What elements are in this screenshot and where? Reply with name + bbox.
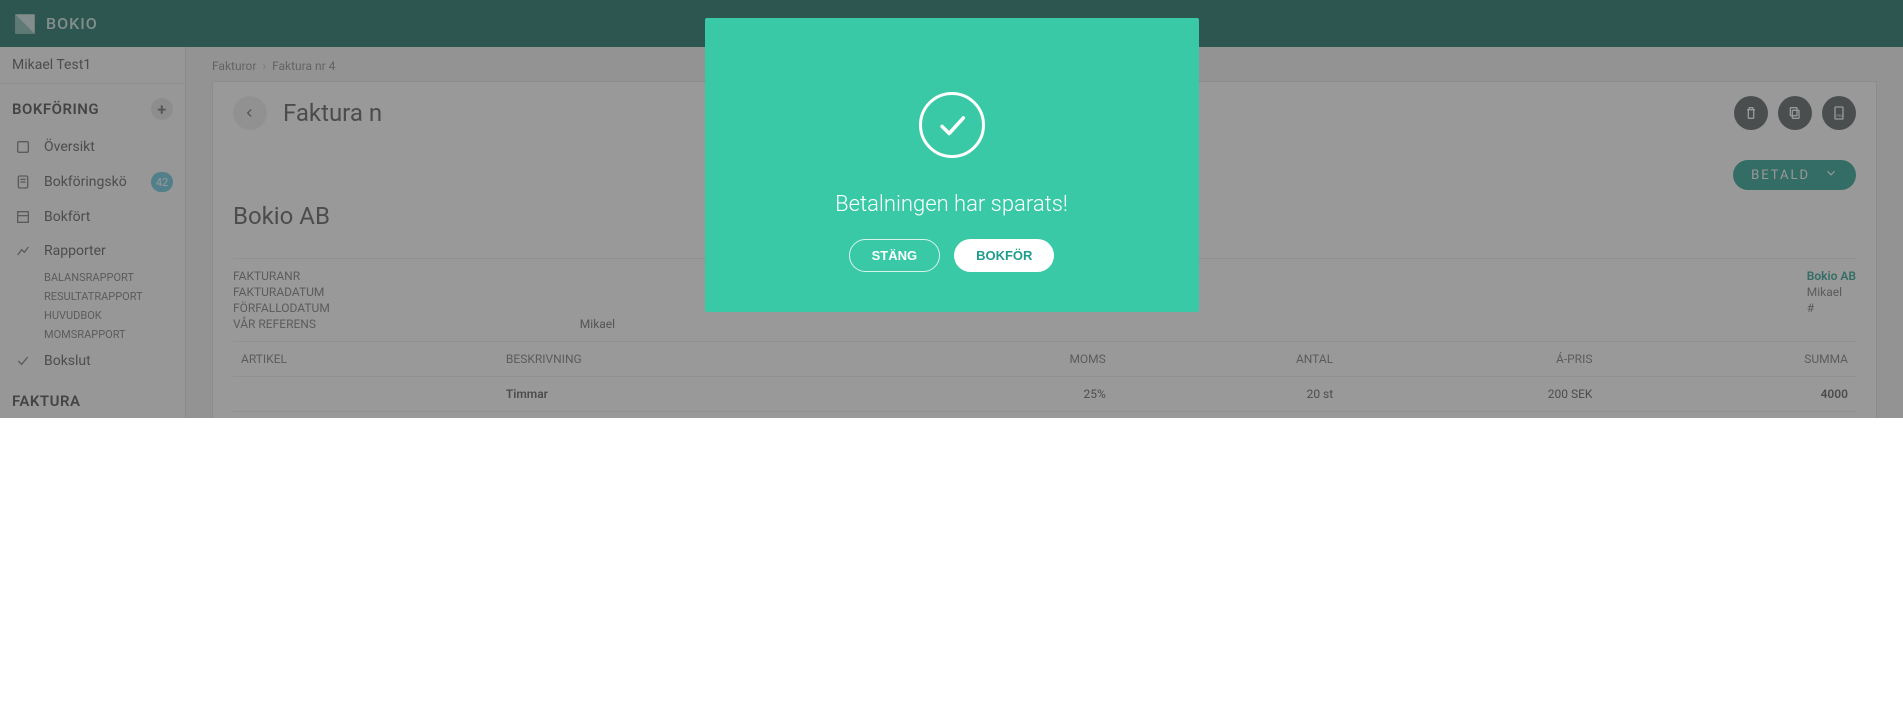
viewport-clip: BOKIO Mikael Test1 BOKFÖRING + Översikt … [0, 0, 1903, 418]
success-check-icon [919, 92, 985, 158]
close-button[interactable]: STÄNG [849, 239, 941, 272]
modal-message: Betalningen har sparats! [835, 192, 1068, 217]
modal-overlay[interactable]: Betalningen har sparats! STÄNG BOKFÖR [0, 0, 1903, 418]
bokfor-button[interactable]: BOKFÖR [954, 239, 1054, 272]
success-modal: Betalningen har sparats! STÄNG BOKFÖR [705, 18, 1199, 312]
modal-actions: STÄNG BOKFÖR [849, 239, 1055, 272]
